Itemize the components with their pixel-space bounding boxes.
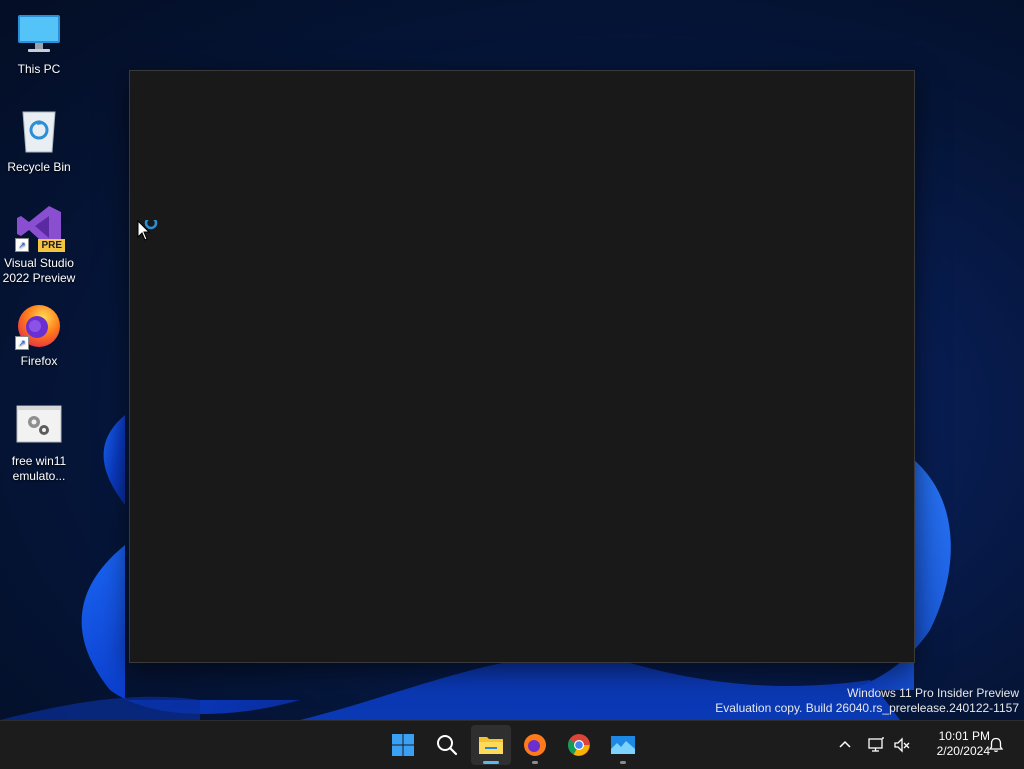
windows-start-icon: [392, 734, 414, 756]
visual-studio-icon: PRE ↗: [15, 204, 65, 252]
file-explorer-icon: [479, 737, 503, 754]
running-indicator: [532, 761, 538, 764]
chrome-icon: [568, 734, 590, 756]
desktop-icon-visual-studio[interactable]: PRE ↗ Visual Studio 2022 Preview: [2, 204, 76, 286]
computer-monitor-icon: [15, 10, 63, 58]
desktop-icon-label: This PC: [17, 62, 61, 76]
desktop-icon-recycle-bin[interactable]: Recycle Bin: [2, 108, 76, 175]
network-button[interactable]: [865, 721, 887, 769]
notifications-button[interactable]: [985, 721, 1007, 769]
taskbar: 10:01 PM 2/20/2024: [0, 720, 1024, 769]
pre-badge: PRE: [38, 239, 65, 252]
show-hidden-icons-button[interactable]: [834, 721, 856, 769]
bell-icon: [988, 737, 1004, 752]
firefox-icon: [524, 734, 546, 756]
desktop-icon-label: Recycle Bin: [7, 160, 71, 174]
taskbar-chrome[interactable]: [559, 725, 599, 765]
running-indicator: [620, 761, 626, 764]
desktop-icon-firefox[interactable]: ↗ Firefox: [2, 302, 76, 369]
firefox-icon: ↗: [15, 302, 63, 350]
app-window[interactable]: [129, 70, 915, 663]
chevron-up-icon: [839, 740, 851, 748]
desktop[interactable]: This PC Recycle Bin PRE ↗ Visual Studio …: [0, 0, 1024, 720]
watermark-line-2: Evaluation copy. Build 26040.rs_prerelea…: [715, 701, 1019, 715]
shortcut-arrow-icon: ↗: [15, 336, 29, 350]
desktop-icon-this-pc[interactable]: This PC: [2, 10, 76, 77]
emulator-app-icon: [611, 736, 635, 754]
search-button[interactable]: [427, 725, 467, 765]
busy-cursor-icon: [137, 220, 158, 241]
desktop-icon-label: free win11 emulato...: [11, 454, 67, 483]
desktop-icon-label: Visual Studio 2022 Preview: [2, 256, 76, 285]
windows-watermark: Windows 11 Pro Insider Preview Evaluatio…: [715, 686, 1019, 716]
taskbar-firefox[interactable]: [515, 725, 555, 765]
start-button[interactable]: [383, 725, 423, 765]
watermark-line-1: Windows 11 Pro Insider Preview: [847, 686, 1019, 700]
taskbar-file-explorer[interactable]: [471, 725, 511, 765]
running-indicator: [483, 761, 499, 764]
desktop-icon-emulator[interactable]: free win11 emulato...: [2, 402, 76, 484]
settings-gear-app-icon: [15, 402, 63, 450]
search-icon: [437, 735, 458, 756]
recycle-bin-icon: [15, 108, 63, 156]
volume-muted-icon: [894, 737, 910, 753]
taskbar-emulator[interactable]: [603, 725, 643, 765]
clock[interactable]: 10:01 PM 2/20/2024: [916, 729, 990, 759]
clock-date: 2/20/2024: [936, 744, 990, 758]
shortcut-arrow-icon: ↗: [15, 238, 29, 252]
desktop-icon-label: Firefox: [20, 354, 58, 368]
clock-time: 10:01 PM: [938, 729, 990, 743]
volume-button[interactable]: [891, 721, 913, 769]
network-icon: [868, 737, 884, 752]
